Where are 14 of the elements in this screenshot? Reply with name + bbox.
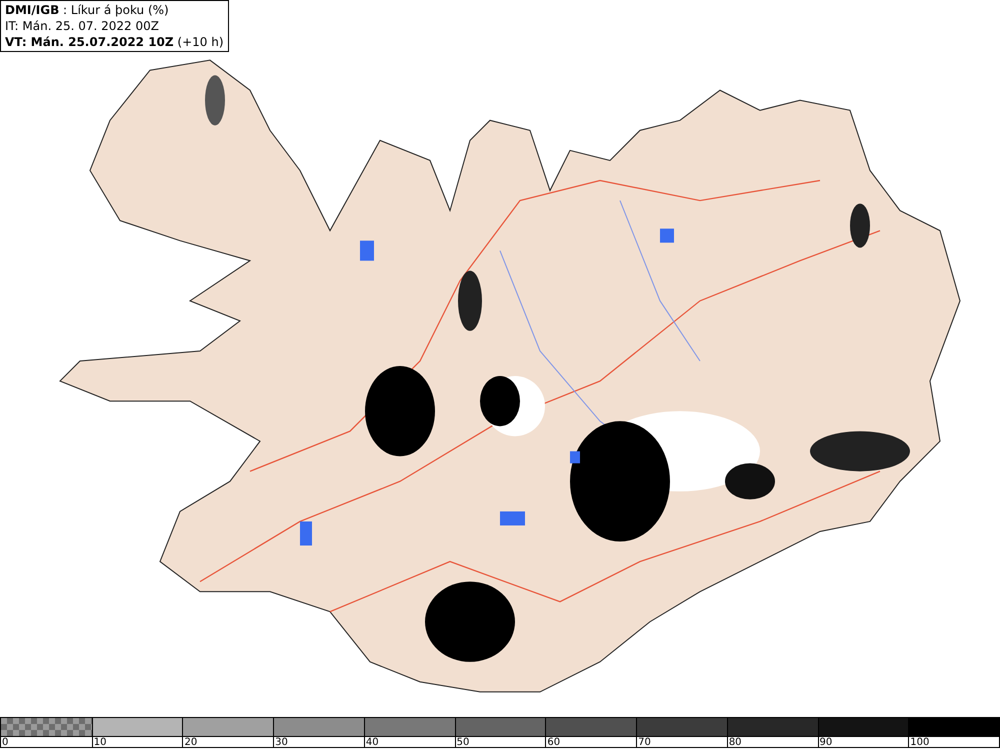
info-line: VT: Mán. 25.07.2022 10Z (+10 h) [5, 34, 224, 50]
legend-label: 40 [364, 737, 379, 748]
info-line: IT: Mán. 25. 07. 2022 00Z [5, 18, 160, 34]
legend-label: 20 [183, 737, 198, 748]
legend-label: 10 [92, 737, 106, 748]
legend-label: 50 [456, 737, 470, 748]
info-line: DMI/IGB : Líkur á þoku (%) [5, 2, 170, 18]
legend-label: 100 [909, 737, 930, 748]
legend-label: 90 [818, 737, 832, 748]
legend-label: 30 [274, 737, 288, 748]
legend-label: 80 [728, 737, 742, 748]
legend-label: 60 [546, 737, 560, 748]
legend-label: 70 [637, 737, 651, 748]
legend-label: 0 [1, 737, 8, 748]
